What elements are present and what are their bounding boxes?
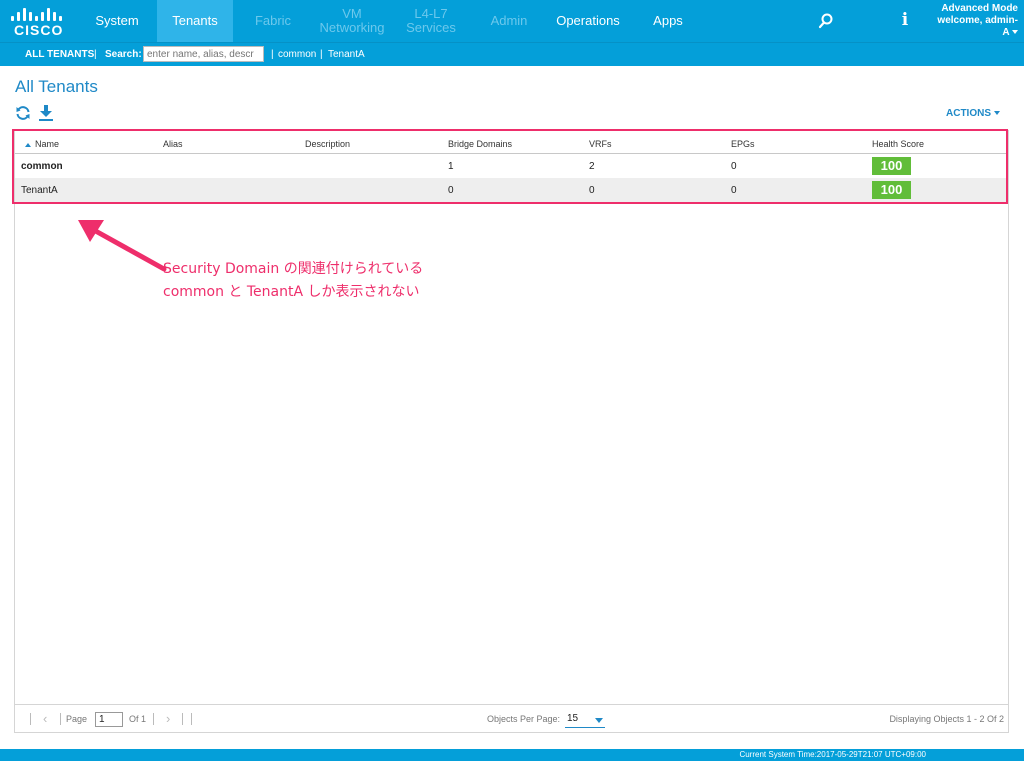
nav-tab-admin: Admin [478, 0, 540, 42]
nav-tab-label-line1: VM [342, 6, 362, 21]
apic-window: CISCO System Tenants Fabric VM Networkin… [0, 0, 1024, 761]
page-number-input[interactable] [95, 712, 123, 727]
column-header-epgs[interactable]: EPGs [731, 139, 755, 149]
current-system-time: Current System Time:2017-05-29T21:07 UTC… [739, 750, 926, 759]
nav-tab-l4-l7-services: L4-L7 Services [398, 0, 464, 42]
actions-menu-button[interactable]: ACTIONS [946, 108, 1000, 119]
tenant-link-common[interactable]: common [278, 49, 316, 60]
separator: | [320, 49, 323, 60]
caret-down-icon [994, 111, 1000, 116]
cisco-logo-text: CISCO [14, 22, 64, 38]
annotation-line-1: Security Domain の関連付けられている [163, 261, 424, 277]
cisco-logo[interactable]: CISCO [10, 7, 70, 38]
nav-tab-vm-networking: VM Networking [314, 0, 390, 42]
annotation-arrow-icon [78, 220, 167, 272]
nav-tab-label-line2: Services [406, 20, 456, 35]
cell-epgs: 0 [731, 185, 737, 196]
refresh-icon[interactable] [15, 105, 31, 121]
health-score-badge: 100 [872, 181, 911, 199]
chevron-down-icon [1012, 30, 1018, 35]
tenant-search-input[interactable] [143, 46, 264, 62]
nav-tab-label-line1: L4-L7 [414, 6, 448, 21]
cell-bridge-domains: 1 [448, 161, 454, 172]
column-header-vrfs[interactable]: VRFs [589, 139, 612, 149]
search-icon[interactable] [817, 12, 835, 30]
nav-tab-label: Admin [490, 13, 528, 28]
download-icon[interactable] [38, 104, 54, 122]
search-label: Search: [105, 49, 142, 60]
last-page-icon[interactable] [191, 713, 192, 725]
prev-page-icon[interactable]: ‹ [43, 711, 47, 726]
nav-tab-label: Tenants [172, 13, 218, 28]
nav-tab-label: Apps [653, 13, 683, 28]
column-header-alias[interactable]: Alias [163, 139, 183, 149]
nav-tab-operations[interactable]: Operations [548, 0, 628, 42]
nav-tab-tenants[interactable]: Tenants [157, 0, 233, 42]
page-label: Page [66, 714, 88, 724]
table-pager: ‹ Page Of 1 › Objects Per Page: 15 Displ… [15, 704, 1008, 732]
first-page-icon[interactable] [30, 713, 31, 725]
next-page-icon[interactable]: › [166, 711, 170, 726]
column-header-health-score[interactable]: Health Score [872, 139, 924, 149]
chevron-down-icon [595, 718, 603, 723]
cell-epgs: 0 [731, 161, 737, 172]
tenant-link-tenanta[interactable]: TenantA [328, 49, 365, 60]
separator: | [271, 49, 274, 60]
cell-bridge-domains: 0 [448, 185, 454, 196]
cell-vrfs: 0 [589, 185, 595, 196]
page-title: All Tenants [15, 77, 98, 96]
page-count-label: Of 1 [129, 714, 147, 724]
objects-per-page-value: 15 [567, 713, 579, 724]
separator: | [94, 49, 97, 60]
annotation-line-2: common と TenantA しか表示されない [163, 284, 420, 300]
account-user: A [928, 27, 1018, 39]
column-header-bridge-domains[interactable]: Bridge Domains [448, 139, 512, 149]
nav-tab-label: Operations [556, 13, 620, 28]
account-menu[interactable]: Advanced Mode welcome, admin- A [928, 3, 1018, 39]
column-header-description[interactable]: Description [305, 139, 350, 149]
pager-divider [60, 713, 61, 725]
sort-ascending-icon [25, 142, 31, 147]
nav-tab-system[interactable]: System [82, 0, 152, 42]
actions-label: ACTIONS [946, 108, 991, 119]
nav-tab-fabric: Fabric [240, 0, 306, 42]
cell-name[interactable]: TenantA [21, 185, 58, 196]
health-score-badge: 100 [872, 157, 911, 175]
table-header: Name Alias Description Bridge Domains VR… [15, 131, 1008, 154]
table-row[interactable]: common 1 2 0 100 [15, 154, 1008, 178]
cisco-logo-bars [10, 7, 70, 21]
top-nav-bar: CISCO System Tenants Fabric VM Networkin… [0, 0, 1024, 42]
all-tenants-link[interactable]: ALL TENANTS [25, 49, 94, 60]
nav-tab-label: System [95, 13, 139, 28]
cell-vrfs: 2 [589, 161, 595, 172]
info-icon[interactable]: i [899, 10, 911, 30]
advanced-mode-label: Advanced Mode [941, 3, 1018, 14]
displaying-count-label: Displaying Objects 1 - 2 Of 2 [889, 714, 1004, 724]
pager-divider [182, 713, 183, 725]
nav-tab-label: Fabric [254, 13, 292, 28]
objects-per-page-label: Objects Per Page: [487, 714, 561, 724]
user-suffix: A [1002, 27, 1010, 38]
welcome-label: welcome, admin- [937, 15, 1018, 26]
sub-nav-bar: ALL TENANTS | Search: | common | TenantA [0, 42, 1024, 66]
status-bar: Current System Time:2017-05-29T21:07 UTC… [0, 749, 1024, 761]
nav-tab-apps[interactable]: Apps [640, 0, 696, 42]
table-row[interactable]: TenantA 0 0 0 100 [15, 178, 1008, 202]
annotation-callout: Security Domain の関連付けられている common と Tena… [163, 258, 423, 304]
objects-per-page-select[interactable]: 15 [565, 711, 605, 728]
cell-name[interactable]: common [21, 161, 63, 172]
nav-tab-label-line2: Networking [319, 20, 385, 35]
column-header-name[interactable]: Name [25, 139, 59, 149]
pager-divider [153, 713, 154, 725]
